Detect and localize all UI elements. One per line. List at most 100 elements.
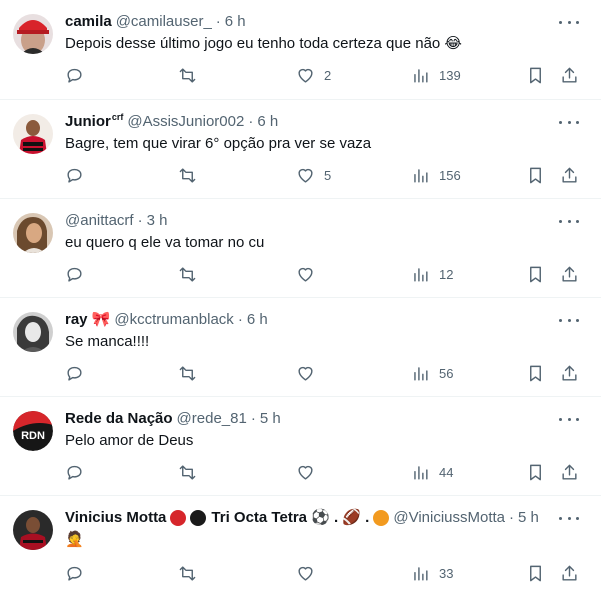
reply-post[interactable]: @anittacrf · 3 h eu quero q ele va tomar… [0, 199, 601, 298]
reply-button[interactable] [65, 562, 93, 584]
reply-post[interactable]: ray 🎀 @kcctrumanblack · 6 h Se manca!!!!… [0, 298, 601, 397]
avatar[interactable] [13, 312, 53, 352]
bookmark-icon [530, 167, 541, 183]
action-bar: 2 139 [0, 64, 601, 86]
reply-post[interactable]: RDN Rede da Nação @rede_81 · 5 h Pelo am… [0, 397, 601, 496]
avatar[interactable] [13, 14, 53, 54]
bookmark-button[interactable] [526, 362, 545, 384]
more-icon[interactable] [559, 213, 579, 229]
post-time[interactable]: 3 h [147, 211, 168, 231]
views-button[interactable]: 44 [411, 461, 453, 483]
post-header: @anittacrf · 3 h [65, 211, 561, 231]
views-icon [414, 68, 428, 83]
bookmark-button[interactable] [526, 64, 545, 86]
post-text: Depois desse último jogo eu tenho toda c… [65, 35, 462, 52]
user-handle[interactable]: @camilauser_ [116, 12, 212, 32]
like-button[interactable] [296, 562, 324, 584]
views-button[interactable]: 33 [411, 562, 453, 584]
reply-button[interactable] [65, 461, 93, 483]
bookmark-button[interactable] [526, 263, 545, 285]
retweet-button[interactable] [178, 562, 206, 584]
more-icon[interactable] [559, 510, 579, 526]
reply-icon [67, 465, 82, 480]
avatar[interactable] [13, 510, 53, 550]
retweet-icon [179, 565, 196, 581]
share-button[interactable] [560, 362, 579, 384]
display-name[interactable]: ray 🎀 [65, 310, 110, 330]
views-icon [414, 566, 428, 581]
share-button[interactable] [560, 461, 579, 483]
avatar[interactable]: RDN [13, 411, 53, 451]
avatar[interactable] [13, 114, 53, 154]
separator-dot: · [215, 13, 221, 30]
retweet-button[interactable] [178, 461, 206, 483]
retweet-button[interactable] [178, 263, 206, 285]
reply-icon [67, 168, 82, 183]
views-button[interactable]: 139 [411, 64, 461, 86]
separator-dot: · [248, 113, 254, 130]
post-header: Rede da Nação @rede_81 · 5 h [65, 409, 561, 429]
share-button[interactable] [560, 64, 579, 86]
post-text: 🤦 [65, 531, 84, 548]
more-icon[interactable] [559, 114, 579, 130]
share-button[interactable] [560, 562, 579, 584]
user-handle[interactable]: @rede_81 [177, 409, 247, 429]
share-button[interactable] [560, 164, 579, 186]
reply-post[interactable]: Junior crf @AssisJunior002 · 6 h Bagre, … [0, 100, 601, 199]
post-header: Vinicius Motta Tri Octa Tetra ⚽ . 🏈 . @V… [65, 508, 561, 528]
share-icon [562, 167, 577, 183]
user-handle[interactable]: @AssisJunior002 [127, 112, 244, 132]
retweet-icon [179, 167, 196, 183]
post-time[interactable]: 6 h [225, 12, 246, 32]
post-header: camila @camilauser_ · 6 h [65, 12, 561, 32]
share-icon [562, 266, 577, 282]
reply-button[interactable] [65, 64, 93, 86]
like-button[interactable] [296, 362, 324, 384]
display-name[interactable]: Rede da Nação [65, 409, 173, 429]
like-button[interactable]: 5 [296, 164, 331, 186]
share-icon [562, 464, 577, 480]
display-name[interactable]: camila [65, 12, 112, 32]
views-icon [414, 168, 428, 183]
more-icon[interactable] [559, 312, 579, 328]
retweet-button[interactable] [178, 64, 206, 86]
more-icon[interactable] [559, 14, 579, 30]
like-button[interactable] [296, 263, 324, 285]
display-name[interactable]: Vinicius Motta [65, 508, 166, 528]
views-count: 33 [439, 565, 454, 581]
reply-button[interactable] [65, 362, 93, 384]
post-time[interactable]: 6 h [257, 112, 278, 132]
user-handle[interactable]: @kcctrumanblack [114, 310, 233, 330]
display-name[interactable]: Junior [65, 112, 111, 132]
post-text: Pelo amor de Deus [65, 432, 194, 449]
share-icon [562, 365, 577, 381]
views-button[interactable]: 12 [411, 263, 453, 285]
bookmark-button[interactable] [526, 164, 545, 186]
reply-post[interactable]: Vinicius Motta Tri Octa Tetra ⚽ . 🏈 . @V… [0, 496, 601, 600]
avatar[interactable] [13, 213, 53, 253]
bookmark-button[interactable] [526, 562, 545, 584]
share-button[interactable] [560, 263, 579, 285]
post-time[interactable]: 5 h [260, 409, 281, 429]
bookmark-button[interactable] [526, 461, 545, 483]
reply-post[interactable]: camila @camilauser_ · 6 h Depois desse ú… [0, 0, 601, 100]
post-time[interactable]: 6 h [247, 310, 268, 330]
reply-button[interactable] [65, 164, 93, 186]
views-button[interactable]: 56 [411, 362, 453, 384]
retweet-button[interactable] [178, 362, 206, 384]
user-handle[interactable]: @ViniciussMotta [393, 508, 505, 528]
display-name-extra: Tri Octa Tetra ⚽ . 🏈 . [211, 509, 370, 526]
action-bar: 56 [0, 362, 601, 384]
separator-dot: · [509, 509, 515, 526]
more-icon[interactable] [559, 411, 579, 427]
like-button[interactable]: 2 [296, 64, 331, 86]
views-count: 56 [439, 365, 454, 381]
retweet-button[interactable] [178, 164, 206, 186]
user-handle[interactable]: @anittacrf [65, 211, 134, 231]
separator-dot: · [237, 311, 243, 328]
post-time[interactable]: 5 h [518, 508, 539, 528]
bookmark-icon [530, 365, 541, 381]
reply-button[interactable] [65, 263, 93, 285]
views-button[interactable]: 156 [411, 164, 461, 186]
like-button[interactable] [296, 461, 324, 483]
